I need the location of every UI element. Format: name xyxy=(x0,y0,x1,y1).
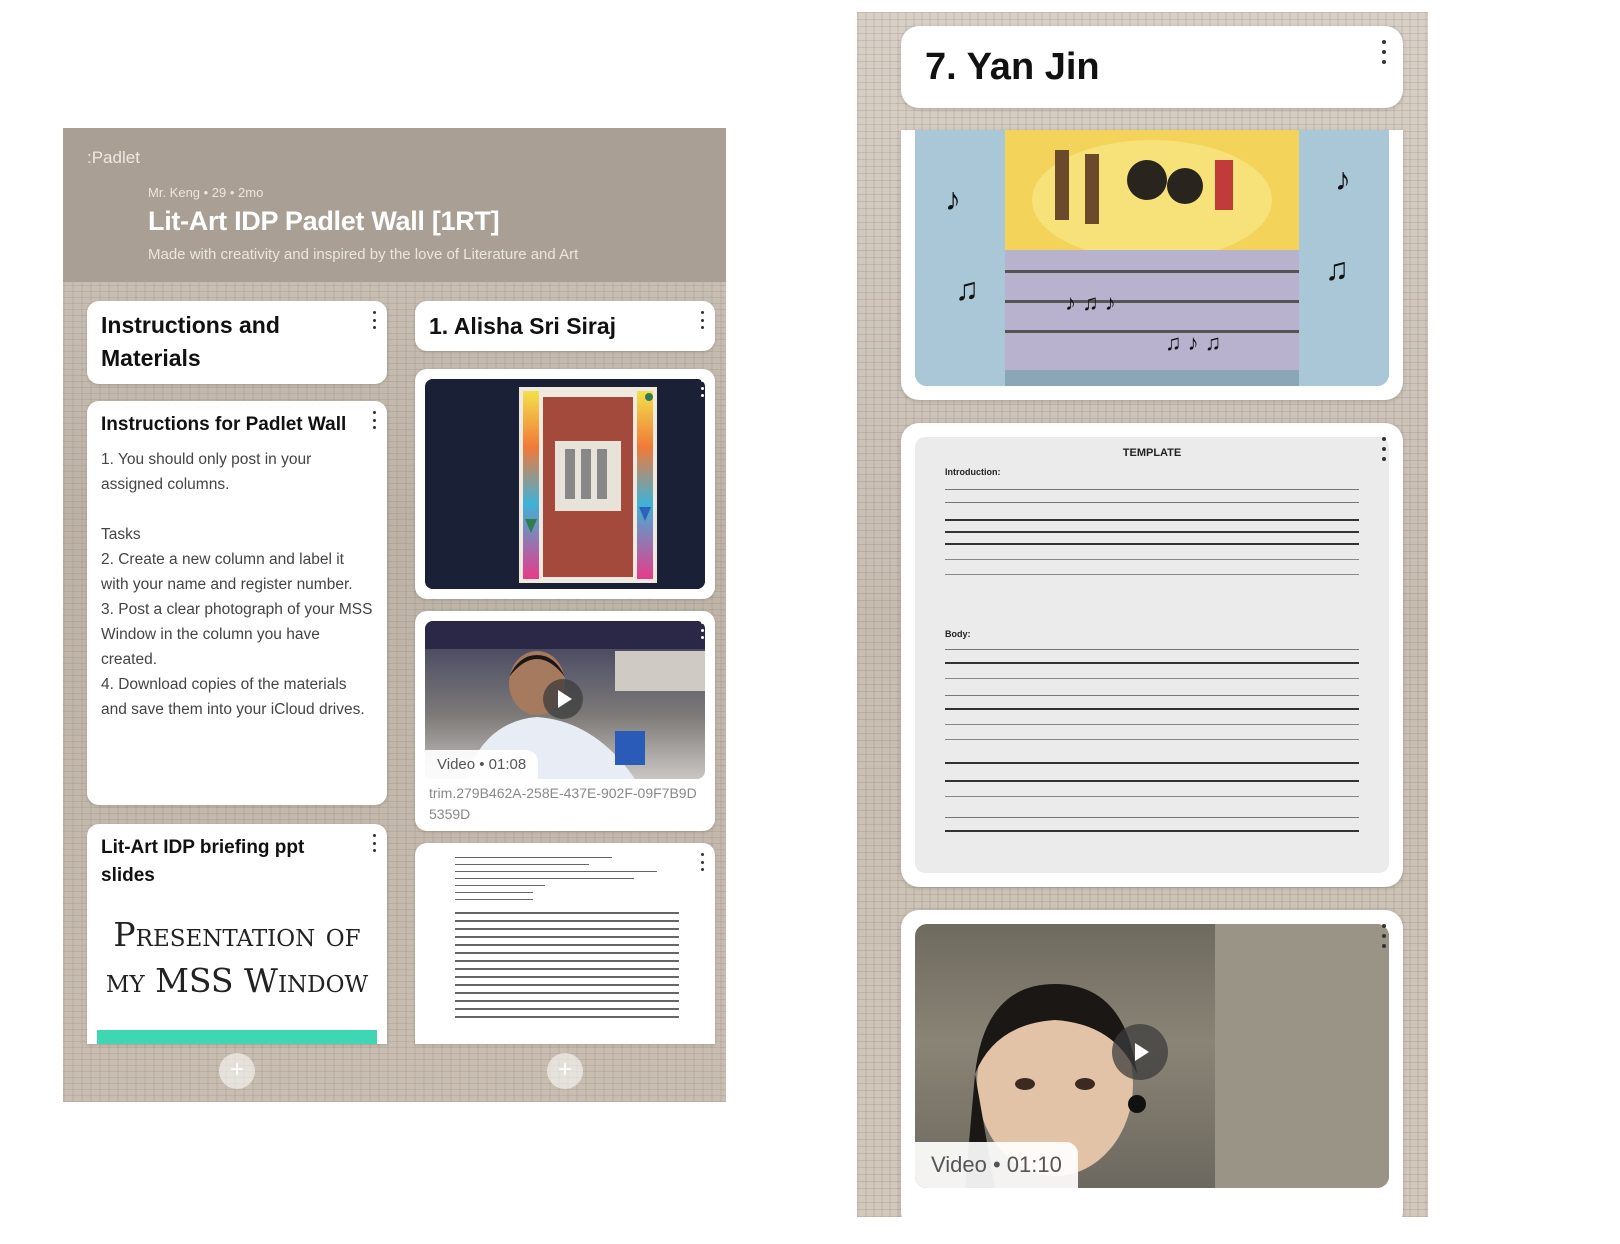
more-options-icon[interactable] xyxy=(1381,437,1387,461)
video-thumbnail[interactable]: Video • 01:10 xyxy=(915,924,1389,1188)
more-options-icon[interactable] xyxy=(1381,40,1387,64)
section-title: Instructions and Materials xyxy=(101,312,280,371)
post-title: Lit-Art IDP briefing ppt slides xyxy=(101,837,305,886)
document-lines xyxy=(455,857,679,1024)
wall-header: :Padlet Mr. Keng • 29 • 2mo Lit-Art IDP … xyxy=(63,128,726,282)
section-header-instructions[interactable]: Instructions and Materials xyxy=(87,301,387,384)
svg-text:♫ ♪ ♫: ♫ ♪ ♫ xyxy=(1165,330,1221,355)
play-icon[interactable] xyxy=(1112,1024,1168,1080)
worksheet-heading: TEMPLATE xyxy=(1122,447,1182,459)
more-options-icon[interactable] xyxy=(699,853,705,871)
add-post-button-column-a[interactable]: + xyxy=(219,1053,255,1089)
diorama-drawing: ♪ ♫ ♪ ♫ ♪ ♫ ♪ ♫ ♪ ♫ xyxy=(915,130,1389,386)
slide-preview[interactable]: Presentation of my MSS Window xyxy=(97,912,377,1044)
post-instructions[interactable]: Instructions for Padlet Wall 1. You shou… xyxy=(87,401,387,805)
more-options-icon[interactable] xyxy=(371,311,377,329)
slide-accent-bar xyxy=(97,1030,377,1044)
post-video-yan-jin[interactable]: Video • 01:10 xyxy=(901,910,1403,1217)
video-badge: Video • 01:10 xyxy=(915,1142,1078,1188)
artwork-image[interactable] xyxy=(425,379,705,589)
video-filename: trim.279B462A-258E-437E-902F-09F7B9D5359… xyxy=(429,785,697,822)
post-template-worksheet[interactable]: TEMPLATE Introduction: Body: xyxy=(901,423,1403,887)
worksheet-preview[interactable]: TEMPLATE Introduction: Body: xyxy=(915,437,1389,873)
video-badge: Video • 01:08 xyxy=(425,750,539,779)
post-title: Instructions for Padlet Wall xyxy=(101,414,347,435)
post-artwork-diorama[interactable]: ♪ ♫ ♪ ♫ ♪ ♫ ♪ ♫ ♪ ♫ xyxy=(901,130,1403,400)
more-options-icon[interactable] xyxy=(699,379,705,397)
worksheet-section-intro: Introduction: xyxy=(945,467,1001,477)
add-post-button-column-b[interactable]: + xyxy=(547,1053,583,1089)
post-briefing-slides[interactable]: Lit-Art IDP briefing ppt slides Presenta… xyxy=(87,824,387,1044)
post-body: 1. You should only post in your assigned… xyxy=(101,451,373,718)
svg-text:♪: ♪ xyxy=(945,181,961,217)
section-header-alisha[interactable]: 1. Alisha Sri Siraj xyxy=(415,301,715,351)
padlet-wall-screenshot-right: 7. Yan Jin ♪ ♫ ♪ ♫ ♪ ♫ ♪ ♫ ♪ ♫ TEMPLATE … xyxy=(857,12,1428,1217)
slide-text: Presentation of my MSS Window xyxy=(105,915,369,1000)
play-icon[interactable] xyxy=(543,679,583,719)
svg-text:♫: ♫ xyxy=(1325,251,1349,287)
svg-text:♫: ♫ xyxy=(955,271,979,307)
section-header-yan-jin[interactable]: 7. Yan Jin xyxy=(901,26,1403,108)
wall-meta: Mr. Keng • 29 • 2mo xyxy=(148,185,264,200)
worksheet-lines-intro xyxy=(945,489,1359,575)
more-options-icon[interactable] xyxy=(1381,924,1387,948)
more-options-icon[interactable] xyxy=(371,411,377,429)
section-title: 1. Alisha Sri Siraj xyxy=(429,313,617,339)
padlet-wall-screenshot-left: :Padlet Mr. Keng • 29 • 2mo Lit-Art IDP … xyxy=(63,128,726,1102)
padlet-logo[interactable]: :Padlet xyxy=(87,148,140,168)
more-options-icon[interactable] xyxy=(699,311,705,329)
wall-subtitle: Made with creativity and inspired by the… xyxy=(148,246,579,263)
worksheet-section-body: Body: xyxy=(945,629,971,639)
svg-text:♪ ♫ ♪: ♪ ♫ ♪ xyxy=(1065,290,1116,315)
svg-text:♪: ♪ xyxy=(1335,161,1351,197)
worksheet-lines-body xyxy=(945,649,1359,832)
artwork-drawing xyxy=(425,379,705,589)
post-document-alisha[interactable] xyxy=(415,843,715,1044)
more-options-icon[interactable] xyxy=(371,834,377,852)
video-thumbnail[interactable]: Video • 01:08 xyxy=(425,621,705,779)
section-title: 7. Yan Jin xyxy=(925,46,1100,88)
artwork-image[interactable]: ♪ ♫ ♪ ♫ ♪ ♫ ♪ ♫ ♪ ♫ xyxy=(915,130,1389,386)
document-preview[interactable] xyxy=(415,843,715,1044)
wall-title: Lit-Art IDP Padlet Wall [1RT] xyxy=(148,206,500,236)
post-artwork-photo[interactable] xyxy=(415,369,715,599)
post-video-alisha[interactable]: Video • 01:08 trim.279B462A-258E-437E-90… xyxy=(415,611,715,831)
more-options-icon[interactable] xyxy=(699,621,705,639)
